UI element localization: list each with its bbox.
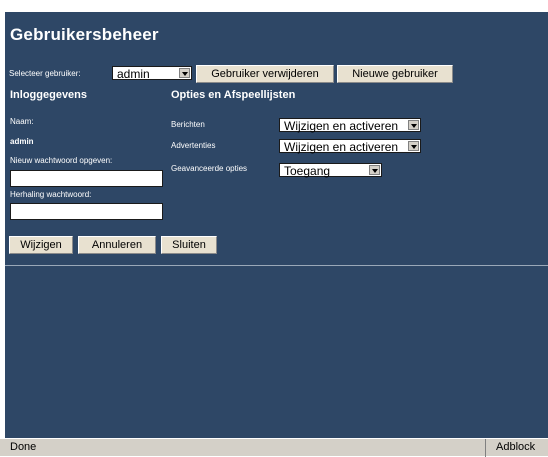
close-button[interactable]: Sluiten [161,236,217,254]
messages-label: Berichten [171,120,205,129]
messages-select-value: Wijzigen en activeren [284,119,399,133]
select-user-label: Selecteer gebruiker: [9,69,81,78]
advertisements-select-value: Wijzigen en activeren [284,140,399,154]
name-value: admin [10,137,34,146]
advanced-options-label: Geavanceerde opties [171,164,248,173]
status-text: Done [10,441,37,453]
advertisements-select[interactable]: Wijzigen en activeren [279,139,421,154]
repeat-password-label: Herhaling wachtwoord: [10,190,92,199]
adblock-status-panel[interactable]: Adblock [485,439,548,457]
options-section-header: Opties en Afspeellijsten [171,89,296,101]
status-bar: Done Adblock [0,438,548,457]
advanced-options-select[interactable]: Toegang [279,163,382,178]
messages-select[interactable]: Wijzigen en activeren [279,118,421,133]
section-divider [5,265,548,266]
advertisements-label: Advertenties [171,141,216,150]
page-title: Gebruikersbeheer [10,25,159,44]
advanced-options-select-value: Toegang [284,164,331,178]
user-select-value: admin [117,67,150,81]
user-select[interactable]: admin [112,66,192,81]
chevron-down-icon[interactable] [408,120,419,130]
chevron-down-icon[interactable] [179,68,190,78]
change-button[interactable]: Wijzigen [9,236,73,254]
repeat-password-field[interactable] [10,203,163,220]
cancel-button[interactable]: Annuleren [78,236,156,254]
new-password-label: Nieuw wachtwoord opgeven: [10,156,113,165]
chevron-down-icon[interactable] [408,141,419,151]
delete-user-button[interactable]: Gebruiker verwijderen [196,65,334,83]
new-password-field[interactable] [10,170,163,187]
user-management-panel: Gebruikersbeheer Selecteer gebruiker: ad… [5,12,548,438]
login-section-header: Inloggegevens [10,89,88,101]
name-label: Naam: [10,117,34,126]
adblock-label: Adblock [496,441,536,453]
chevron-down-icon[interactable] [369,165,380,175]
new-user-button[interactable]: Nieuwe gebruiker [337,65,453,83]
